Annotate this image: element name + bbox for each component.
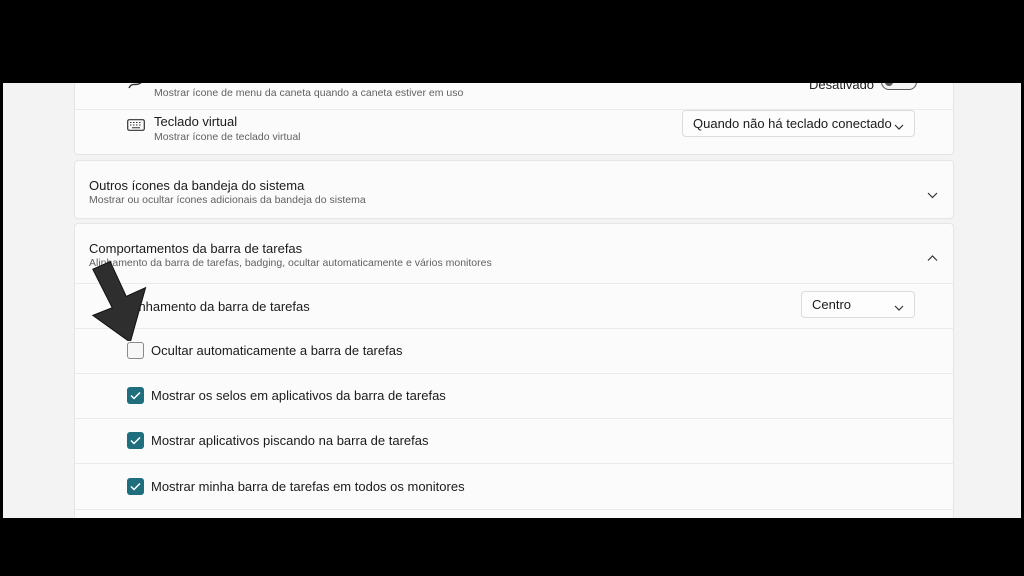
virtual-keyboard-row: Teclado virtual Mostrar ícone de teclado… [75,110,953,156]
settings-window: Mostrar ícone de menu da caneta quando a… [3,83,1021,518]
badges-checkbox[interactable] [127,387,144,404]
system-tray-icons-card: Mostrar ícone de menu da caneta quando a… [74,83,954,155]
virtual-keyboard-dropdown[interactable]: Quando não há teclado conectado [682,110,915,137]
chevron-up-icon[interactable] [927,249,938,267]
pen-icon [127,83,147,95]
other-tray-icons-title: Outros ícones da bandeja do sistema [89,178,305,193]
other-tray-icons-card[interactable]: Outros ícones da bandeja do sistema Most… [74,160,954,219]
all-monitors-label: Mostrar minha barra de tarefas em todos … [151,479,465,494]
divider [75,509,953,510]
pointer-arrow-icon [91,261,147,341]
pen-menu-row: Mostrar ícone de menu da caneta quando a… [75,83,953,109]
taskbar-alignment-row: Alinhamento da barra de tarefas Centro [75,284,953,328]
virtual-keyboard-subtitle: Mostrar ícone de teclado virtual [154,131,301,143]
checkmark-icon [130,391,141,400]
flashing-apps-label: Mostrar aplicativos piscando na barra de… [151,433,429,448]
dropdown-value: Quando não há teclado conectado [693,116,892,131]
taskbar-behaviors-title: Comportamentos da barra de tarefas [89,241,303,256]
flashing-apps-row[interactable]: Mostrar aplicativos piscando na barra de… [75,419,953,463]
dropdown-value: Centro [812,297,852,312]
keyboard-icon [127,118,145,136]
pen-menu-subtitle: Mostrar ícone de menu da caneta quando a… [154,87,464,99]
taskbar-behaviors-header[interactable]: Comportamentos da barra de tarefas Alinh… [75,224,953,283]
auto-hide-label: Ocultar automaticamente a barra de taref… [151,343,403,358]
toggle-knob [885,83,893,86]
taskbar-alignment-dropdown[interactable]: Centro [801,291,915,318]
pen-menu-toggle-label: Desativado [809,83,875,92]
chevron-down-icon[interactable] [927,186,938,204]
checkmark-icon [130,436,141,445]
chevron-down-icon [894,300,904,315]
all-monitors-checkbox[interactable] [127,478,144,495]
badges-row[interactable]: Mostrar os selos em aplicativos da barra… [75,374,953,418]
auto-hide-checkbox[interactable] [127,342,144,359]
other-tray-icons-subtitle: Mostrar ou ocultar ícones adicionais da … [89,194,366,206]
pen-menu-toggle[interactable] [881,83,917,90]
checkmark-icon [130,482,141,491]
flashing-apps-checkbox[interactable] [127,432,144,449]
chevron-down-icon [894,119,904,134]
virtual-keyboard-title: Teclado virtual [154,114,238,129]
badges-label: Mostrar os selos em aplicativos da barra… [151,388,446,403]
taskbar-behaviors-card: Comportamentos da barra de tarefas Alinh… [74,223,954,518]
auto-hide-row[interactable]: Ocultar automaticamente a barra de taref… [75,329,953,373]
all-monitors-row[interactable]: Mostrar minha barra de tarefas em todos … [75,464,953,508]
